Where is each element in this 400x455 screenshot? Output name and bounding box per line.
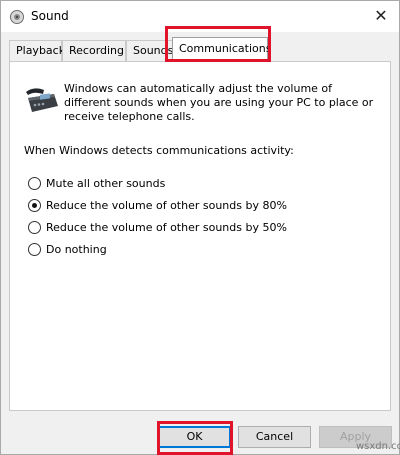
option-label: Mute all other sounds [46, 177, 166, 190]
option-label: Reduce the volume of other sounds by 80% [46, 199, 287, 212]
option-label: Reduce the volume of other sounds by 50% [46, 221, 287, 234]
ok-button[interactable]: OK [158, 426, 231, 448]
radio-reduce-50[interactable] [28, 221, 41, 234]
sound-dialog: Sound ✕ Playback Recording Sounds Commun… [0, 0, 400, 455]
tab-recording[interactable]: Recording [62, 40, 126, 61]
tab-sounds[interactable]: Sounds [126, 40, 174, 61]
communications-description: Windows can automatically adjust the vol… [64, 82, 374, 123]
cancel-button[interactable]: Cancel [238, 426, 311, 448]
telephone-icon [26, 88, 58, 112]
radio-reduce-80[interactable] [28, 199, 41, 212]
option-label: Do nothing [46, 243, 107, 256]
tab-playback[interactable]: Playback [9, 40, 65, 61]
speaker-icon [10, 10, 24, 24]
close-icon[interactable]: ✕ [371, 6, 391, 26]
window-title: Sound [31, 9, 69, 23]
communications-prompt: When Windows detects communications acti… [24, 144, 294, 157]
radio-mute-all[interactable] [28, 177, 41, 190]
tab-communications[interactable]: Communications [172, 37, 271, 62]
watermark: wsxdn.com [356, 441, 400, 452]
communications-panel: Windows can automatically adjust the vol… [9, 61, 391, 411]
title-bar: Sound ✕ [1, 1, 399, 32]
radio-do-nothing[interactable] [28, 243, 41, 256]
